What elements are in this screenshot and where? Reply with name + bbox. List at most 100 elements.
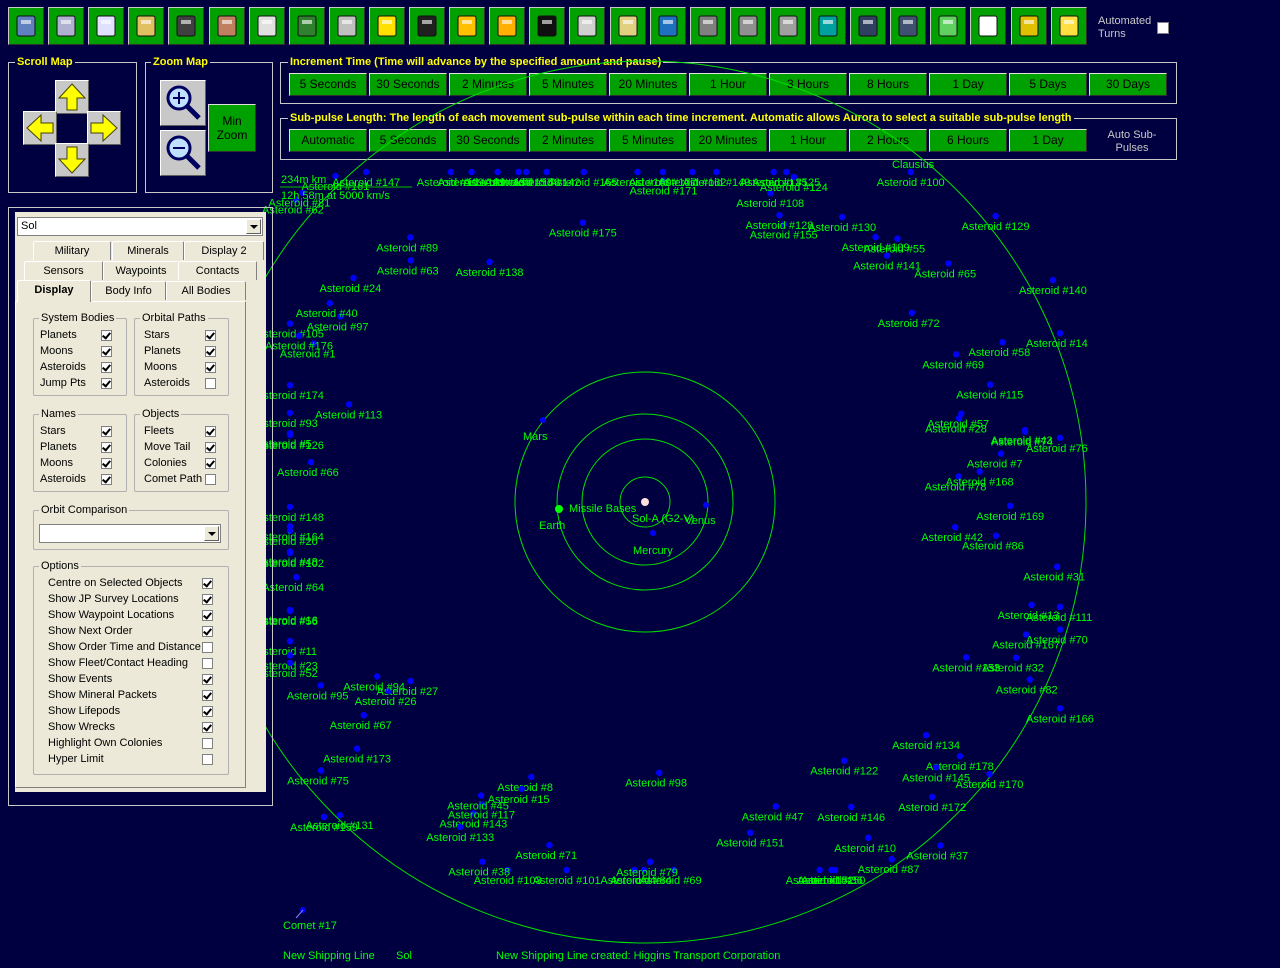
asteroid-marker[interactable] <box>360 712 367 719</box>
asteroid-marker[interactable] <box>894 235 901 242</box>
asteroid-marker[interactable] <box>307 458 315 466</box>
asteroid-marker[interactable] <box>841 757 848 764</box>
increment-button-9[interactable]: 5 Days <box>1009 73 1087 96</box>
options-checkbox-3[interactable] <box>202 626 213 637</box>
stockpile-button[interactable] <box>689 7 726 45</box>
asteroid-marker[interactable] <box>407 677 414 685</box>
system-gen-button[interactable] <box>449 7 486 45</box>
asteroid-marker[interactable] <box>929 793 936 801</box>
planets-button[interactable] <box>850 7 887 45</box>
asteroid-marker[interactable] <box>1056 705 1064 712</box>
asteroid-marker[interactable] <box>477 792 485 799</box>
asteroid-marker[interactable] <box>670 866 677 874</box>
asteroid-marker[interactable] <box>295 332 303 339</box>
increment-button-5[interactable]: 1 Hour <box>689 73 767 96</box>
asteroid-marker[interactable] <box>986 771 993 778</box>
fleets-button[interactable] <box>409 7 445 45</box>
options-checkbox-1[interactable] <box>202 594 213 605</box>
asteroid-marker[interactable] <box>528 773 535 781</box>
subpulse-button-8[interactable]: 6 Hours <box>929 129 1007 152</box>
asteroid-marker[interactable] <box>363 168 370 176</box>
asteroid-marker[interactable] <box>656 769 663 776</box>
sun-button[interactable] <box>489 7 526 45</box>
asteroid-marker[interactable] <box>286 527 294 535</box>
asteroid-marker[interactable] <box>332 172 339 180</box>
tab-military[interactable]: Military <box>33 241 111 260</box>
asteroid-marker[interactable] <box>772 803 779 810</box>
asteroid-marker[interactable] <box>937 842 944 849</box>
asteroid-marker[interactable] <box>479 858 486 865</box>
system-bodies-checkbox-2[interactable] <box>101 362 112 373</box>
asteroid-marker[interactable] <box>828 866 835 874</box>
asteroid-marker[interactable] <box>634 168 641 176</box>
repair-button[interactable] <box>729 7 766 45</box>
asteroid-marker[interactable] <box>286 607 294 614</box>
asteroid-marker[interactable] <box>457 823 464 830</box>
asteroid-marker[interactable] <box>320 813 328 821</box>
scroll-up-button[interactable] <box>55 80 89 114</box>
system-bodies-checkbox-0[interactable] <box>101 330 112 341</box>
names-checkbox-1[interactable] <box>101 442 112 453</box>
asteroid-marker[interactable] <box>286 606 294 614</box>
system-bodies-checkbox-3[interactable] <box>101 378 112 389</box>
asteroid-marker[interactable] <box>992 212 999 220</box>
asteroid-marker[interactable] <box>883 252 891 259</box>
asteroid-marker[interactable] <box>999 339 1006 346</box>
tab-waypoints[interactable]: Waypoints <box>103 261 179 280</box>
options-checkbox-5[interactable] <box>202 658 213 669</box>
asteroid-marker[interactable] <box>872 233 879 241</box>
alien-button[interactable] <box>569 7 606 45</box>
mars-marker[interactable] <box>540 417 546 423</box>
chevron-down-icon[interactable] <box>246 219 261 234</box>
increment-button-2[interactable]: 2 Minutes <box>449 73 527 96</box>
asteroid-marker[interactable] <box>286 523 294 530</box>
increment-button-8[interactable]: 1 Day <box>929 73 1007 96</box>
orbital-paths-checkbox-2[interactable] <box>205 362 216 373</box>
asteroid-marker[interactable] <box>523 168 530 176</box>
asteroid-marker[interactable] <box>385 687 392 695</box>
min-zoom-button[interactable]: Min Zoom <box>208 104 256 152</box>
subpulse-button-5[interactable]: 20 Minutes <box>689 129 767 152</box>
asteroid-marker[interactable] <box>286 549 294 557</box>
asteroid-marker[interactable] <box>579 219 587 226</box>
asteroid-marker[interactable] <box>783 168 790 176</box>
asteroid-marker[interactable] <box>932 764 940 771</box>
orbit-comparison-select[interactable] <box>39 524 221 543</box>
gear-button[interactable] <box>1050 7 1087 45</box>
subpulse-button-6[interactable]: 1 Hour <box>769 129 847 152</box>
asteroid-marker[interactable] <box>776 212 783 219</box>
asteroid-marker[interactable] <box>337 313 344 320</box>
asteroid-marker[interactable] <box>286 431 294 439</box>
asteroid-marker[interactable] <box>1056 603 1064 610</box>
asteroid-marker[interactable] <box>992 532 1000 539</box>
increment-button-0[interactable]: 5 Seconds <box>289 73 367 96</box>
names-checkbox-0[interactable] <box>101 426 112 437</box>
options-checkbox-8[interactable] <box>202 706 213 717</box>
asteroid-marker[interactable] <box>310 340 317 347</box>
tab-body-info[interactable]: Body Info <box>91 281 166 300</box>
chevron-down-icon[interactable] <box>204 526 219 541</box>
asteroid-marker[interactable] <box>486 258 493 266</box>
asteroid-marker[interactable] <box>839 213 846 221</box>
class-design-button[interactable] <box>248 7 285 45</box>
options-checkbox-7[interactable] <box>202 690 213 701</box>
asteroid-marker[interactable] <box>1028 601 1035 608</box>
asteroid-marker[interactable] <box>1056 626 1064 633</box>
subpulse-button-0[interactable]: Automatic <box>289 129 367 152</box>
asteroid-marker[interactable] <box>848 803 855 811</box>
objects-checkbox-1[interactable] <box>205 442 216 453</box>
asteroid-marker[interactable] <box>767 190 774 197</box>
asteroid-marker[interactable] <box>353 745 361 752</box>
commanders-button[interactable] <box>208 7 245 45</box>
asteroid-marker[interactable] <box>350 274 357 282</box>
asteroid-marker[interactable] <box>816 866 823 874</box>
asteroid-marker[interactable] <box>659 168 667 176</box>
asteroid-marker[interactable] <box>286 320 294 327</box>
asteroid-marker[interactable] <box>952 524 959 531</box>
asteroid-marker[interactable] <box>1026 676 1034 683</box>
subpulse-button-7[interactable]: 2 Hours <box>849 129 927 152</box>
asteroid-marker[interactable] <box>987 381 994 388</box>
scroll-right-button[interactable] <box>87 111 121 145</box>
ground-forces-button[interactable] <box>168 7 205 45</box>
asteroid-marker[interactable] <box>747 829 754 836</box>
